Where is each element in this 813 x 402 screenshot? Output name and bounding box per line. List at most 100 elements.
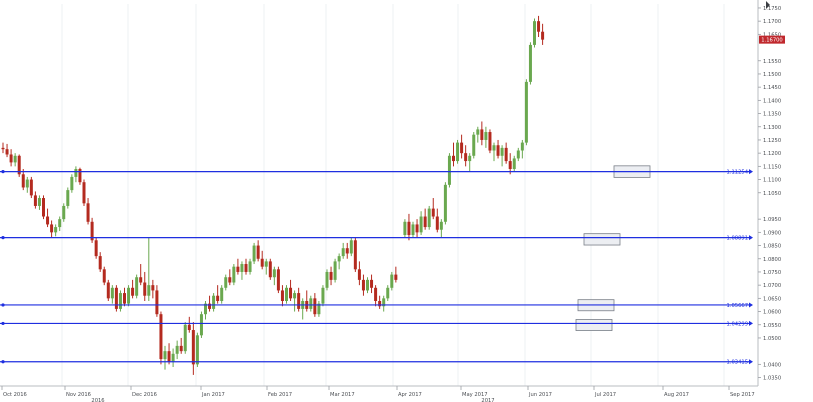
level-arrow-icon <box>749 235 753 241</box>
candle-body <box>220 287 224 301</box>
grid-lines <box>0 0 759 387</box>
level-anchor-icon <box>1 321 5 326</box>
candle-body <box>50 224 54 233</box>
level-label: 1.05667 <box>727 303 748 309</box>
time-axis[interactable]: Oct 2016 Nov 2016 Dec 2016 Jan 2017 Feb 2017… <box>1 386 755 402</box>
candle-body <box>21 174 25 188</box>
time-tick-label: Dec 2016 <box>132 392 157 398</box>
candle-body <box>248 261 252 272</box>
candle-body <box>370 279 374 288</box>
price-tick-label: 1.0800 <box>763 257 781 263</box>
candle-body <box>419 216 423 233</box>
zone-box[interactable] <box>583 233 621 246</box>
candle-body <box>456 142 460 162</box>
year-label: 2017 <box>481 398 494 402</box>
price-axis[interactable]: 1.17501.17001.16501.15501.15001.14501.14… <box>758 1 785 382</box>
level-label: 1.04299 <box>727 321 748 327</box>
price-tick-label: 1.0400 <box>763 362 781 368</box>
price-tick-label: 1.1700 <box>763 19 781 25</box>
candle-body <box>443 184 447 222</box>
price-tick-label: 1.1250 <box>763 138 781 144</box>
candle-body <box>504 147 508 162</box>
candle-body <box>143 282 147 296</box>
candle-body <box>216 295 220 301</box>
candle-body <box>118 293 122 309</box>
candle-body <box>195 335 199 365</box>
candle-body <box>82 182 86 204</box>
candle-body <box>86 203 90 222</box>
candle-body <box>361 279 365 291</box>
price-chart[interactable]: 1.11254 1.08891 1.05667 1.04299 1.03415 1.17… <box>0 0 813 402</box>
candle-body <box>403 221 407 235</box>
time-tick-label: Jun 2017 <box>528 392 552 398</box>
candle-body <box>313 298 317 315</box>
level-anchor-icon <box>1 170 5 174</box>
candle-body <box>476 129 480 135</box>
candle-body <box>135 277 139 296</box>
candles <box>1 15 545 375</box>
time-tick-label: Oct 2016 <box>3 392 27 398</box>
candle-body <box>5 149 9 155</box>
candle-body <box>321 287 325 304</box>
price-tick-label: 1.1550 <box>763 59 781 65</box>
candle-body <box>256 245 260 259</box>
candle-body <box>309 298 313 309</box>
level-anchor-icon <box>1 303 5 307</box>
zone-box[interactable] <box>575 319 613 331</box>
candle-body <box>500 147 504 156</box>
candle-body <box>492 145 496 151</box>
candle-body <box>236 266 240 272</box>
candle-body <box>460 142 464 154</box>
level-arrow-icon <box>749 169 753 175</box>
price-tick-label: 1.1150 <box>763 164 781 170</box>
candle-body <box>353 240 357 270</box>
candle-body <box>427 208 431 228</box>
price-tick-label: 1.0950 <box>763 217 781 223</box>
candle-body <box>78 168 82 183</box>
candle-body <box>272 269 276 278</box>
candle-body <box>512 158 516 169</box>
candle-body <box>106 282 110 299</box>
candle-body <box>191 330 195 365</box>
candle-body <box>131 287 135 296</box>
candle-body <box>66 190 70 206</box>
candle-body <box>439 221 443 230</box>
candle-body <box>484 132 488 140</box>
candle-body <box>123 293 126 304</box>
candle-body <box>345 248 349 254</box>
candle-body <box>289 287 293 299</box>
candle-body <box>102 269 106 283</box>
candle-body <box>394 274 398 280</box>
candle-body <box>516 150 520 159</box>
candle-body <box>349 240 353 254</box>
time-tick-label: Apr 2017 <box>398 392 422 398</box>
candle-body <box>366 279 369 291</box>
candle-body <box>464 153 468 162</box>
level-arrow-icon <box>749 359 753 365</box>
candle-body <box>374 287 378 301</box>
candle-body <box>325 271 329 288</box>
time-tick-label: Jan 2017 <box>201 392 225 398</box>
candle-body <box>175 345 179 354</box>
price-tick-label: 1.0850 <box>763 244 781 250</box>
price-tick-label: 1.0900 <box>763 230 781 236</box>
candle-body <box>98 256 102 270</box>
candle-body <box>528 44 532 82</box>
price-tick-label: 1.0700 <box>763 283 781 289</box>
candle-body <box>29 179 33 196</box>
price-tick-label: 1.1350 <box>763 112 781 118</box>
candle-body <box>13 155 17 163</box>
candle-body <box>199 314 203 336</box>
candle-body <box>472 134 476 156</box>
time-tick-label: Sep 2017 <box>730 392 755 398</box>
candle-body <box>228 277 232 283</box>
candle-body <box>333 261 337 280</box>
candle-body <box>264 261 268 267</box>
candle-body <box>37 198 41 206</box>
price-tick-label: 1.1300 <box>763 125 781 131</box>
candle-body <box>54 227 58 233</box>
candle-body <box>260 258 264 267</box>
horizontal-levels[interactable]: 1.11254 1.08891 1.05667 1.04299 1.03415 <box>0 169 753 366</box>
price-tick-label: 1.0600 <box>763 310 781 316</box>
candle-body <box>386 287 390 299</box>
